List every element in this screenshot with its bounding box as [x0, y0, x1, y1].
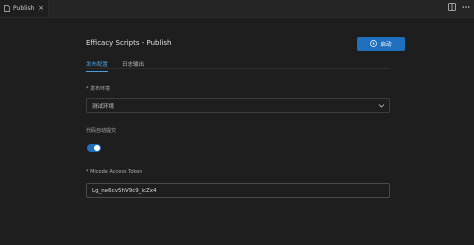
tab-label: Publish — [13, 5, 35, 12]
subtab-divider — [86, 68, 390, 69]
auto-commit-toggle[interactable] — [87, 144, 101, 152]
tab-log-output[interactable]: 日志输出 — [122, 60, 144, 72]
env-select-value: 测试环境 — [92, 103, 115, 110]
auto-commit-label: 代码自动提交 — [86, 128, 117, 134]
subtab-bar: 发布配置 日志输出 — [86, 60, 144, 72]
env-select[interactable]: 测试环境 — [86, 98, 390, 113]
tab-publish-config[interactable]: 发布配置 — [86, 60, 109, 72]
env-label: * 发布环境 — [86, 86, 111, 92]
token-label: * Micode Access Token — [86, 169, 143, 175]
more-icon[interactable] — [462, 3, 470, 11]
file-icon — [4, 5, 10, 12]
start-button[interactable]: 启动 — [357, 37, 405, 51]
start-button-label: 启动 — [380, 42, 392, 48]
play-circle-icon — [370, 39, 378, 49]
chevron-down-icon — [378, 102, 385, 111]
close-icon[interactable]: × — [38, 4, 44, 12]
token-input-value: Lg_ne6cv5hV9c9_icZx4 — [92, 187, 157, 194]
split-editor-icon[interactable] — [448, 3, 456, 11]
toggle-knob — [94, 145, 100, 151]
token-input[interactable]: Lg_ne6cv5hV9c9_icZx4 — [86, 183, 390, 198]
editor-tab-bar: Publish × — [0, 0, 474, 18]
tab-publish[interactable]: Publish × — [0, 0, 49, 17]
page-title: Efficacy Scripts - Publish — [86, 39, 172, 47]
